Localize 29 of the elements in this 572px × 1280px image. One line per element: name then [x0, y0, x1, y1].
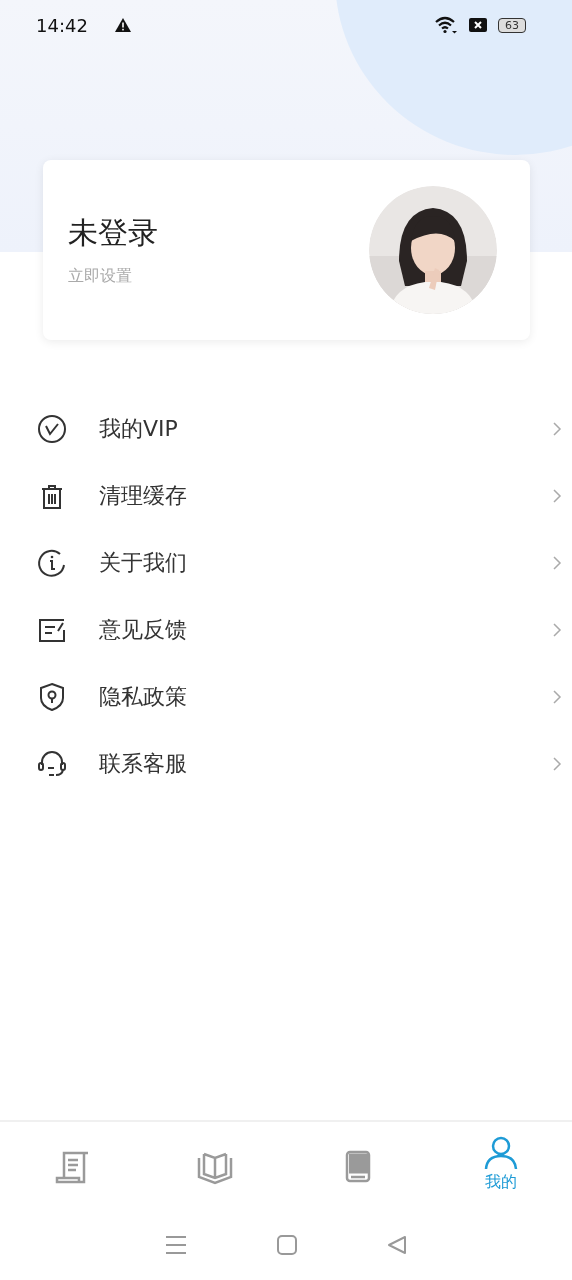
warning-icon	[113, 17, 132, 33]
menu-item[interactable]: 意见反馈	[0, 596, 572, 663]
chevron-icon	[552, 621, 562, 638]
chevron-icon	[552, 688, 562, 705]
menu-label: 我的VIP	[99, 414, 179, 443]
profile-subtitle: 立即设置	[68, 266, 133, 287]
profile-name: 未登录	[68, 214, 158, 252]
menu-label: 联系客服	[99, 749, 188, 778]
chevron-icon	[552, 554, 562, 571]
vip-badge-icon	[36, 412, 68, 445]
menu-label: 清理缓存	[99, 481, 188, 510]
menu-item[interactable]: 清理缓存	[0, 462, 572, 529]
menu-label: 关于我们	[99, 548, 188, 577]
profile-card[interactable]: 未登录 立即设置	[43, 160, 530, 340]
menu-item[interactable]: 关于我们	[0, 529, 572, 596]
home-icon[interactable]	[277, 1235, 297, 1255]
menu-label: 意见反馈	[99, 615, 188, 644]
chevron-icon	[552, 487, 562, 504]
menu-item[interactable]: 隐私政策	[0, 663, 572, 730]
sim-error-icon	[468, 17, 488, 33]
back-icon[interactable]	[387, 1235, 407, 1255]
wifi-icon	[434, 16, 458, 34]
menu-icon[interactable]	[165, 1235, 187, 1255]
menu-label: 隐私政策	[99, 682, 188, 711]
chevron-icon	[552, 755, 562, 772]
chevron-icon	[552, 420, 562, 437]
menu-item[interactable]: 联系客服	[0, 730, 572, 797]
menu-item[interactable]: 我的VIP	[0, 395, 572, 462]
status-time: 14:42	[36, 14, 88, 36]
